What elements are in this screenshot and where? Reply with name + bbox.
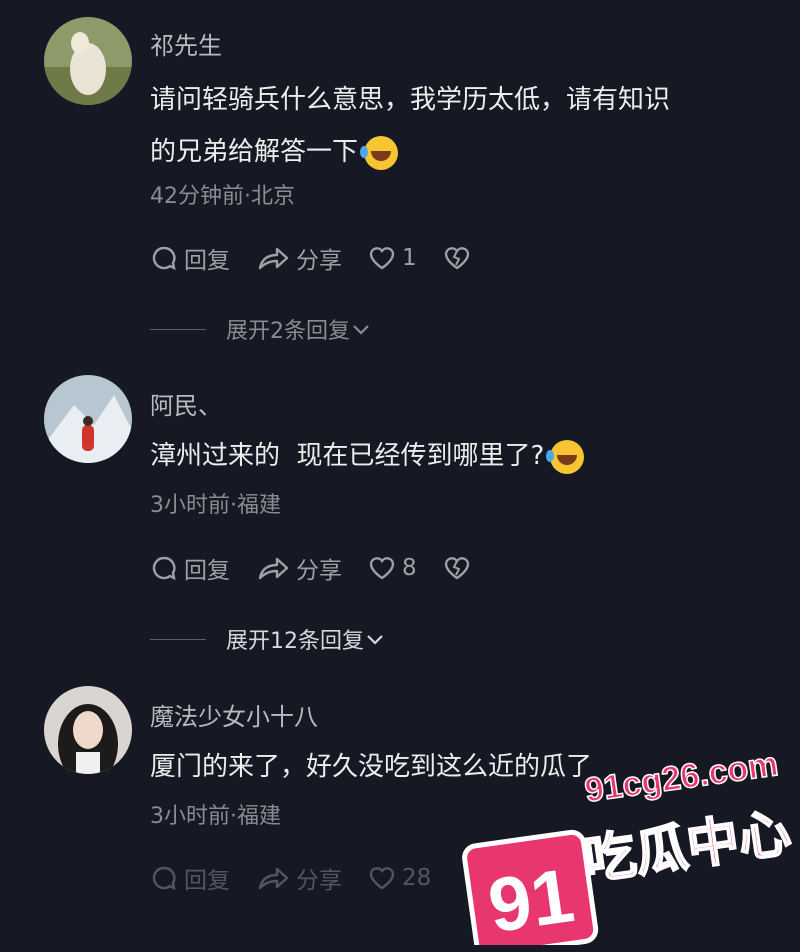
reply-button[interactable]: 回复: [150, 551, 230, 585]
chat-bubble-icon: [152, 246, 176, 271]
like-button[interactable]: 1: [368, 244, 417, 272]
comment-text: 漳州过来的 现在已经传到哪里了?: [150, 430, 730, 482]
comment-meta: 42分钟前·北京: [150, 184, 295, 209]
share-label: 分享: [296, 558, 342, 584]
comment-actions: 回复 分享 1: [150, 238, 503, 278]
username[interactable]: 阿民、: [150, 386, 222, 421]
like-button[interactable]: 8: [368, 554, 417, 582]
heart-icon: [369, 867, 395, 890]
share-arrow-icon: [258, 247, 289, 270]
watermark-number: 91: [483, 853, 579, 945]
avatar[interactable]: [44, 17, 132, 105]
share-arrow-icon: [258, 867, 289, 890]
reply-button[interactable]: 回复: [150, 861, 230, 895]
comment-actions: 回复 分享 28: [150, 858, 457, 898]
heart-icon: [369, 247, 395, 270]
expand-replies-button[interactable]: 展开2条回复: [150, 313, 372, 345]
comment-meta: 3小时前·福建: [150, 804, 281, 829]
comment-text-line: 请问轻骑兵什么意思，我学历太低，请有知识: [150, 85, 671, 115]
share-arrow-icon: [258, 557, 289, 580]
share-button[interactable]: 分享: [256, 241, 342, 275]
reply-button[interactable]: 回复: [150, 241, 230, 275]
share-label: 分享: [296, 248, 342, 274]
expand-replies-button[interactable]: 展开12条回复: [150, 623, 386, 655]
comment-text-part: 漳州过来的 现在已经传到哪里了?: [150, 441, 545, 471]
laughing-tears-emoji-icon: [546, 439, 585, 474]
expand-replies-label: 展开2条回复: [226, 319, 350, 344]
heart-icon: [369, 557, 395, 580]
broken-heart-icon: [444, 247, 469, 270]
like-count: 28: [402, 865, 432, 891]
like-count: 8: [402, 555, 417, 581]
username[interactable]: 魔法少女小十八: [150, 697, 318, 732]
chevron-down-icon: [353, 325, 369, 335]
chevron-down-icon: [367, 635, 383, 645]
like-count: 1: [402, 245, 417, 271]
avatar[interactable]: [44, 375, 132, 463]
comment-meta: 3小时前·福建: [150, 493, 281, 518]
watermark-domain: 91cg26.com: [582, 755, 780, 810]
divider-line: [150, 328, 206, 330]
comment-actions: 回复 分享 8: [150, 548, 503, 588]
reply-label: 回复: [184, 868, 230, 894]
comment-text-line: 漳州过来的 现在已经传到哪里了?: [150, 430, 730, 482]
comment-text-part: 的兄弟给解答一下: [150, 137, 359, 167]
comment-text-line: 的兄弟给解答一下: [150, 126, 730, 178]
watermark-brand: 吃瓜中心: [580, 803, 794, 891]
username[interactable]: 祁先生: [150, 26, 222, 61]
reply-label: 回复: [184, 558, 230, 584]
share-button[interactable]: 分享: [256, 861, 342, 895]
dislike-button[interactable]: [443, 554, 477, 582]
reply-label: 回复: [184, 248, 230, 274]
share-button[interactable]: 分享: [256, 551, 342, 585]
avatar[interactable]: [44, 686, 132, 774]
chat-bubble-icon: [152, 866, 176, 891]
like-button[interactable]: 28: [368, 864, 431, 892]
watermark-logo: 91 91cg26.com 吃瓜中心: [455, 744, 795, 952]
broken-heart-icon: [444, 557, 469, 580]
divider-line: [150, 638, 206, 640]
laughing-tears-emoji-icon: [360, 135, 399, 170]
dislike-button[interactable]: [443, 244, 477, 272]
share-label: 分享: [296, 868, 342, 894]
expand-replies-label: 展开12条回复: [226, 629, 364, 654]
comment-text: 请问轻骑兵什么意思，我学历太低，请有知识 的兄弟给解答一下: [150, 74, 730, 178]
chat-bubble-icon: [152, 556, 176, 581]
